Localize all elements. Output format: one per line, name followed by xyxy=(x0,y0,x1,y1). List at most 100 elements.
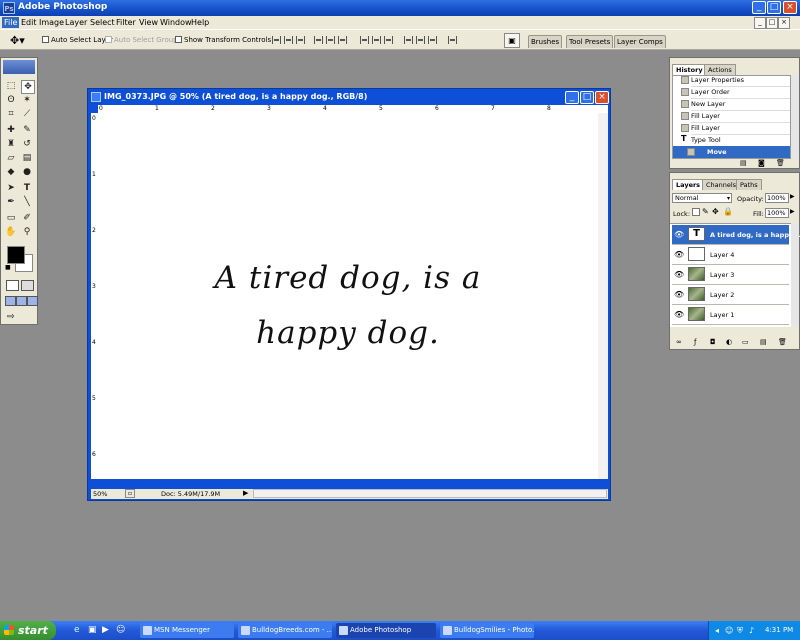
tab-paths[interactable]: Paths xyxy=(736,179,762,190)
layer-row[interactable]: 👁 Layer 3 xyxy=(672,265,789,285)
doc-restore-icon[interactable]: □ xyxy=(766,17,778,29)
slice-tool-icon[interactable]: ⟋ xyxy=(21,108,33,120)
doc-minimize-button[interactable]: _ xyxy=(565,91,579,104)
fill-arrow-icon[interactable]: ▶ xyxy=(790,208,795,215)
task-msn-messenger[interactable]: MSN Messenger xyxy=(140,623,234,638)
zoom-tool-icon[interactable]: ⚲ xyxy=(21,226,33,238)
menu-select[interactable]: Select xyxy=(88,17,117,28)
pen-tool-icon[interactable]: ✒ xyxy=(5,196,17,208)
opacity-input[interactable]: 100% xyxy=(765,193,789,203)
type-tool-icon[interactable]: T xyxy=(21,182,33,194)
gradient-tool-icon[interactable]: ▤ xyxy=(21,152,33,164)
align-right-icon[interactable] xyxy=(338,36,347,44)
history-item-selected[interactable]: Move xyxy=(673,146,790,158)
lock-paint-icon[interactable]: ✎ xyxy=(702,207,709,216)
close-button[interactable]: × xyxy=(783,1,797,14)
doc-close-icon[interactable]: × xyxy=(778,17,790,29)
new-snapshot-icon[interactable]: ◙ xyxy=(758,159,765,167)
task-bulldogsmilies[interactable]: BulldogSmilies - Photo... xyxy=(440,623,534,638)
tray-security-icon[interactable]: ⛨ xyxy=(737,621,743,640)
menu-filter[interactable]: Filter xyxy=(114,17,138,28)
magic-wand-icon[interactable]: ✶ xyxy=(21,94,33,106)
align-vcenter-icon[interactable] xyxy=(284,36,293,44)
hand-tool-icon[interactable]: ✋ xyxy=(5,226,17,238)
line-tool-icon[interactable]: ╲ xyxy=(21,196,33,208)
eye-icon[interactable]: 👁 xyxy=(674,230,684,239)
document-canvas[interactable]: A tired dog, is a happy dog. xyxy=(98,113,598,479)
move-tool-icon[interactable]: ✥▾ xyxy=(10,34,25,47)
screen-mode-full-icon[interactable] xyxy=(27,296,38,306)
auto-select-groups-checkbox[interactable] xyxy=(105,36,112,43)
default-colors-icon[interactable]: ■ xyxy=(5,264,11,271)
move-tool-icon[interactable]: ✥ xyxy=(21,80,35,94)
healing-brush-icon[interactable]: ✚ xyxy=(5,124,17,136)
distribute-right-icon[interactable] xyxy=(428,36,437,44)
quicklaunch-desktop-icon[interactable]: ▣ xyxy=(88,625,97,635)
task-photoshop[interactable]: Adobe Photoshop xyxy=(336,623,436,638)
eraser-tool-icon[interactable]: ▱ xyxy=(5,152,17,164)
blur-tool-icon[interactable]: ◆ xyxy=(5,166,17,178)
zoom-level[interactable]: 50% xyxy=(93,490,107,498)
menu-help[interactable]: Help xyxy=(189,17,211,28)
menu-edit[interactable]: Edit xyxy=(19,17,39,28)
fill-input[interactable]: 100% xyxy=(765,208,789,218)
minimize-button[interactable]: _ xyxy=(752,1,766,14)
path-selection-icon[interactable]: ➤ xyxy=(5,182,17,194)
eyedropper-icon[interactable]: ✐ xyxy=(21,212,33,224)
layer-row[interactable]: 👁 Layer 4 xyxy=(672,245,789,265)
tab-brushes[interactable]: Brushes xyxy=(528,35,563,48)
delete-state-icon[interactable]: 🗑 xyxy=(776,159,785,167)
lock-position-icon[interactable]: ✥ xyxy=(712,207,719,216)
tray-msn-icon[interactable]: ☺ xyxy=(725,621,733,640)
tab-layers[interactable]: Layers xyxy=(672,179,705,190)
screen-mode-menu-icon[interactable] xyxy=(16,296,27,306)
task-bulldogbreeds[interactable]: BulldogBreeds.com - ... xyxy=(238,623,332,638)
doc-maximize-button[interactable]: □ xyxy=(580,91,594,104)
vertical-scrollbar[interactable] xyxy=(598,113,608,479)
crop-tool-icon[interactable]: ⌗ xyxy=(5,108,17,120)
status-icon[interactable]: ▫ xyxy=(125,489,135,498)
align-bottom-icon[interactable] xyxy=(296,36,305,44)
start-button[interactable]: start xyxy=(0,621,56,640)
maximize-button[interactable]: □ xyxy=(767,1,781,14)
opacity-arrow-icon[interactable]: ▶ xyxy=(790,193,795,200)
tab-channels[interactable]: Channels xyxy=(702,179,741,190)
new-document-from-state-icon[interactable]: ▤ xyxy=(740,159,747,167)
brush-tool-icon[interactable]: ✎ xyxy=(21,124,33,136)
new-group-icon[interactable]: ▭ xyxy=(742,338,749,346)
layer-row-text[interactable]: 👁 T A tired dog, is a happy ... xyxy=(672,225,800,245)
align-hcenter-icon[interactable] xyxy=(326,36,335,44)
standard-mode-icon[interactable] xyxy=(6,280,19,291)
eye-icon[interactable]: 👁 xyxy=(674,270,684,279)
foreground-color-swatch[interactable] xyxy=(7,246,25,264)
screen-mode-standard-icon[interactable] xyxy=(5,296,16,306)
quicklaunch-ie-icon[interactable]: e xyxy=(74,625,80,635)
doc-close-button[interactable]: × xyxy=(595,91,609,104)
marquee-tool-icon[interactable]: ⬚ xyxy=(5,80,17,92)
menu-view[interactable]: View xyxy=(137,17,160,28)
tab-history[interactable]: History xyxy=(672,64,707,75)
link-layers-icon[interactable]: ∞ xyxy=(676,338,682,346)
eye-icon[interactable]: 👁 xyxy=(674,290,684,299)
layer-row[interactable]: 👁 Layer 2 xyxy=(672,285,789,305)
dodge-tool-icon[interactable]: ● xyxy=(21,166,33,178)
distribute-left-icon[interactable] xyxy=(404,36,413,44)
align-left-icon[interactable] xyxy=(314,36,323,44)
layer-style-icon[interactable]: ƒ xyxy=(694,338,696,346)
tray-network-icon[interactable]: ◂ xyxy=(715,621,719,640)
layer-mask-icon[interactable]: ◘ xyxy=(710,338,716,346)
tray-volume-icon[interactable]: ♪ xyxy=(749,621,754,640)
distribute-bottom-icon[interactable] xyxy=(384,36,393,44)
lock-transparency-icon[interactable] xyxy=(692,208,700,216)
menu-image[interactable]: Image xyxy=(37,17,66,28)
status-menu-arrow-icon[interactable]: ▶ xyxy=(243,489,248,497)
menu-file[interactable]: File xyxy=(2,17,20,28)
new-layer-icon[interactable]: ▤ xyxy=(760,338,767,346)
show-transform-checkbox[interactable] xyxy=(175,36,182,43)
layers-scrollbar[interactable] xyxy=(791,223,799,326)
quick-mask-icon[interactable] xyxy=(21,280,34,291)
horizontal-scrollbar[interactable] xyxy=(253,489,607,498)
lock-all-icon[interactable]: 🔒 xyxy=(723,207,733,216)
layer-row[interactable]: 👁 Layer 1 xyxy=(672,305,789,325)
doc-minimize-icon[interactable]: _ xyxy=(754,17,766,29)
